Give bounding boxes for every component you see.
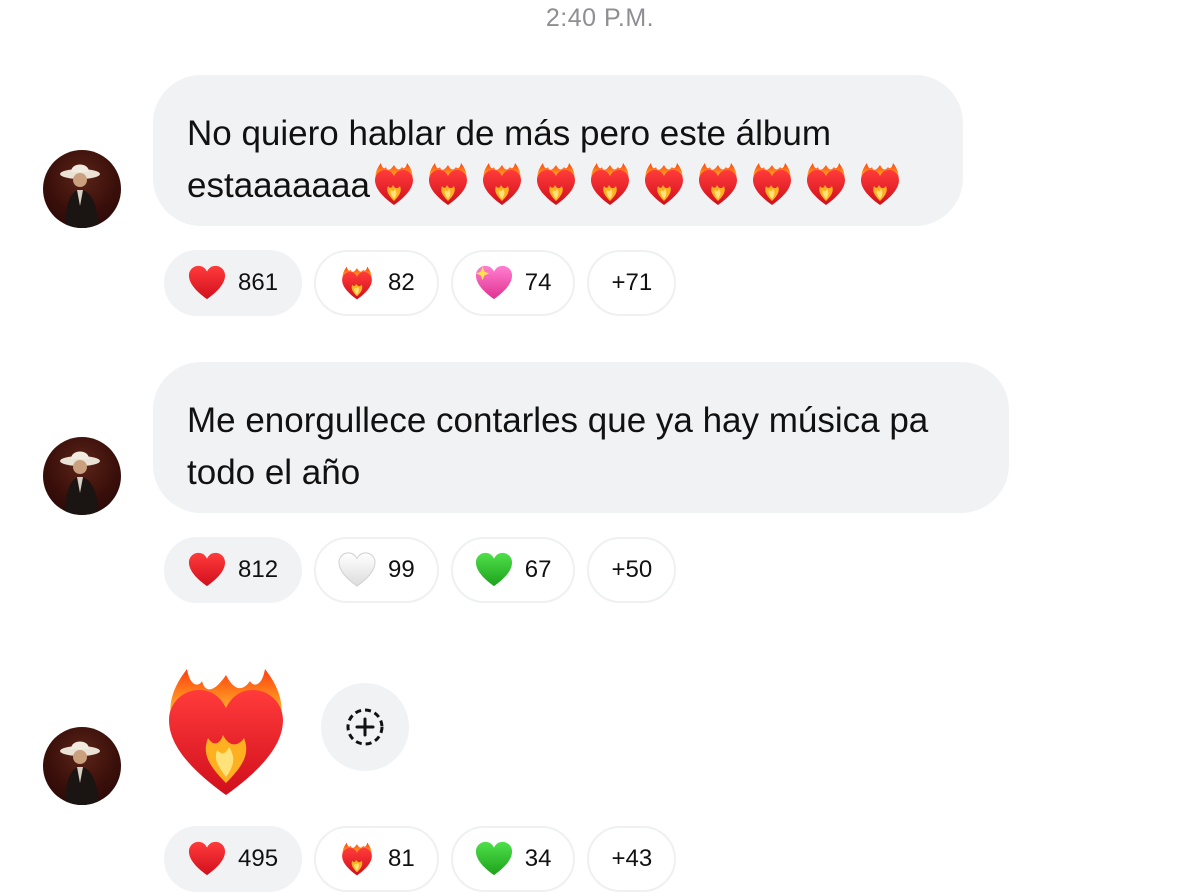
reaction-chip[interactable]: 495 bbox=[164, 826, 303, 892]
heart-on-fire-icon bbox=[588, 161, 632, 207]
reaction-count: 34 bbox=[524, 845, 552, 872]
more-reactions-chip[interactable]: +50 bbox=[587, 537, 677, 603]
white-heart-icon bbox=[338, 552, 376, 588]
profile-photo-icon bbox=[60, 451, 100, 515]
reaction-count: 82 bbox=[388, 269, 415, 296]
avatar[interactable] bbox=[43, 727, 121, 805]
reaction-count: 861 bbox=[238, 269, 279, 296]
heart-on-fire-icon bbox=[696, 161, 740, 207]
add-reaction-icon bbox=[346, 708, 384, 746]
heart-on-fire-icon bbox=[480, 161, 524, 207]
heart-on-fire-row bbox=[372, 161, 912, 207]
green-heart-icon bbox=[475, 841, 513, 877]
message-bubble[interactable]: No quiero hablar de más pero este álbum … bbox=[153, 75, 963, 226]
reaction-chip[interactable]: 861 bbox=[164, 250, 303, 316]
reactions-bar: 812 99 67 +50 bbox=[164, 537, 677, 603]
message-timestamp: 2:40 P.M. bbox=[545, 4, 655, 32]
sparkling-heart-icon bbox=[475, 265, 513, 301]
reactions-bar: 495 81 34 +43 bbox=[164, 826, 677, 892]
reaction-count: 67 bbox=[524, 556, 552, 583]
more-reactions-chip[interactable]: +43 bbox=[587, 826, 677, 892]
profile-photo-icon bbox=[60, 741, 100, 805]
red-heart-icon bbox=[188, 552, 226, 588]
avatar[interactable] bbox=[43, 150, 121, 228]
heart-on-fire-icon bbox=[534, 161, 578, 207]
heart-on-fire-icon bbox=[750, 161, 794, 207]
reaction-chip[interactable]: 74 bbox=[450, 250, 576, 316]
reaction-chip[interactable]: 34 bbox=[450, 826, 576, 892]
message-bubble[interactable]: Me enorgullece contarles que ya hay músi… bbox=[153, 362, 1009, 513]
more-reactions-count: +71 bbox=[611, 269, 653, 296]
heart-on-fire-icon bbox=[372, 161, 416, 207]
reactions-bar: 861 82 74 +71 bbox=[164, 250, 677, 316]
message-text: Me enorgullece contarles que ya hay músi… bbox=[187, 401, 929, 492]
heart-on-fire-icon bbox=[858, 161, 902, 207]
reaction-chip[interactable]: 812 bbox=[164, 537, 303, 603]
reaction-count: 812 bbox=[238, 556, 279, 583]
heart-on-fire-icon bbox=[338, 265, 376, 301]
heart-on-fire-icon bbox=[642, 161, 686, 207]
heart-on-fire-icon bbox=[426, 161, 470, 207]
reaction-count: 81 bbox=[388, 845, 415, 872]
red-heart-icon bbox=[188, 265, 226, 301]
profile-photo-icon bbox=[60, 164, 100, 228]
reaction-chip[interactable]: 67 bbox=[450, 537, 576, 603]
avatar[interactable] bbox=[43, 437, 121, 515]
chat-screen: 2:40 P.M. No quiero hablar de más pero e… bbox=[0, 0, 1200, 896]
green-heart-icon bbox=[475, 552, 513, 588]
reaction-chip[interactable]: 99 bbox=[314, 537, 439, 603]
reaction-count: 99 bbox=[388, 556, 415, 583]
heart-on-fire-icon bbox=[338, 841, 376, 877]
add-reaction-button[interactable] bbox=[321, 683, 409, 771]
red-heart-icon bbox=[188, 841, 226, 877]
reaction-count: 495 bbox=[238, 845, 279, 872]
more-reactions-count: +43 bbox=[611, 845, 653, 872]
heart-on-fire-icon[interactable] bbox=[160, 662, 292, 802]
more-reactions-chip[interactable]: +71 bbox=[587, 250, 677, 316]
reaction-count: 74 bbox=[524, 269, 552, 296]
reaction-chip[interactable]: 82 bbox=[314, 250, 439, 316]
more-reactions-count: +50 bbox=[611, 556, 653, 583]
reaction-chip[interactable]: 81 bbox=[314, 826, 439, 892]
heart-on-fire-icon bbox=[804, 161, 848, 207]
